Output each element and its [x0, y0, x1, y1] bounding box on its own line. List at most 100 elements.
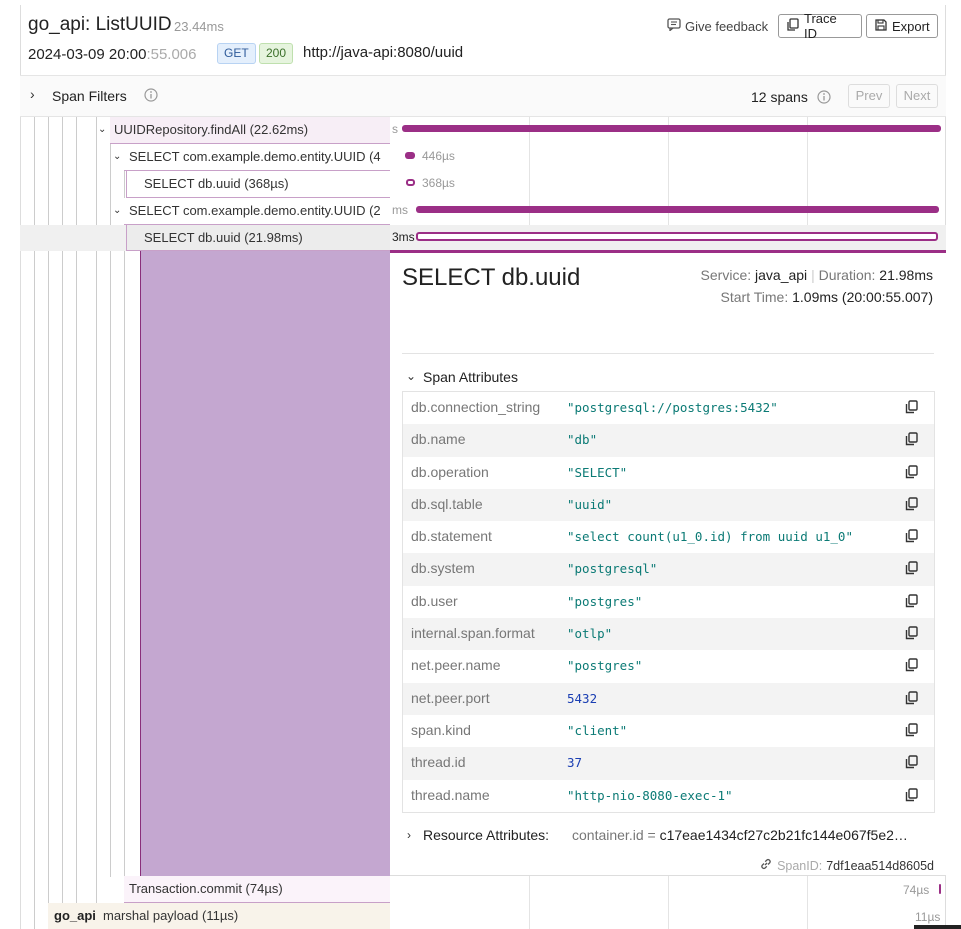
give-feedback-label: Give feedback: [685, 18, 769, 34]
span-bar-label: ms: [392, 203, 408, 217]
span-detail-start: Start Time: 1.09ms (20:00:55.007): [721, 289, 933, 305]
prev-button[interactable]: Prev: [848, 84, 890, 108]
resource-key: container.id: [572, 827, 644, 843]
copy-icon[interactable]: [905, 755, 918, 772]
span-bar[interactable]: [405, 152, 415, 159]
copy-icon[interactable]: [905, 787, 918, 805]
copy-icon[interactable]: [905, 594, 918, 611]
span-name: SELECT com.example.demo.entity.UUID (4: [129, 149, 381, 164]
span-row[interactable]: go_api marshal payload (11µs): [54, 903, 390, 929]
span-bar[interactable]: [406, 179, 415, 186]
copy-icon[interactable]: [905, 400, 918, 417]
attribute-value: 37: [567, 755, 583, 771]
resource-eq: =: [647, 827, 656, 843]
span-count: 12 spans: [751, 89, 808, 105]
span-bar[interactable]: [402, 125, 941, 132]
attribute-key: internal.span.format: [411, 625, 535, 642]
timeline-gridline: [529, 876, 530, 929]
duration-value: 21.98ms: [879, 267, 933, 283]
trace-date-main: 2024-03-09 20:00: [28, 46, 147, 63]
span-attributes-toggle[interactable]: Span Attributes: [423, 369, 518, 385]
resource-attributes-toggle[interactable]: Resource Attributes:: [423, 827, 549, 843]
attribute-value: "postgresql": [567, 561, 658, 577]
attribute-row: net.peer.name "postgres": [403, 650, 934, 682]
attribute-row: net.peer.port 5432: [403, 682, 934, 715]
span-bar[interactable]: [416, 206, 939, 213]
attribute-value: "postgres": [567, 593, 643, 609]
attribute-value: "select count(u1_0.id) from uuid u1_0": [567, 529, 853, 545]
attribute-key: db.connection_string: [411, 399, 541, 415]
attribute-value: "postgresql://postgres:5432": [567, 400, 778, 415]
trace-duration: 23.44ms: [174, 19, 224, 34]
span-bar-label: 74µs: [903, 883, 930, 897]
copy-icon[interactable]: [905, 497, 918, 514]
span-attributes-table: db.connection_string "postgresql://postgr…: [402, 391, 935, 813]
trace-id-button[interactable]: Trace ID: [778, 11, 862, 41]
start-value: 1.09ms (20:00:55.007): [792, 289, 933, 305]
resource-value: c17eae1434cf27c2b21fc144e067f5e2…: [659, 827, 908, 843]
span-row[interactable]: Transaction.commit (74µs): [129, 876, 390, 903]
span-name: SELECT db.uuid (368µs): [144, 176, 289, 191]
trace-date-seconds: :55.006: [146, 46, 197, 63]
attribute-value: "otlp": [567, 626, 613, 642]
span-name: marshal payload (11µs): [103, 908, 239, 923]
span-bar-label: 446µs: [422, 149, 455, 163]
service-name: go_api: [54, 908, 96, 923]
attribute-row: thread.id 37: [403, 747, 934, 780]
attribute-value: "db": [567, 432, 598, 448]
copy-icon: [787, 18, 799, 34]
copy-icon[interactable]: [905, 432, 918, 449]
export-button[interactable]: Export: [866, 14, 938, 38]
copy-icon[interactable]: [905, 626, 918, 643]
span-row[interactable]: ⌄ SELECT com.example.demo.entity.UUID (4: [113, 144, 390, 171]
trace-url: http://java-api:8080/uuid: [303, 44, 464, 61]
attribute-value: "client": [567, 722, 628, 738]
span-row[interactable]: SELECT db.uuid (368µs): [144, 171, 390, 198]
info-icon: [817, 90, 831, 109]
chevron-down-icon[interactable]: ⌄: [406, 369, 416, 383]
span-id[interactable]: SpanID: 7df1eaa514d8605d: [759, 857, 934, 874]
attribute-key: db.sql.table: [411, 495, 483, 512]
span-bar-label: 3ms: [392, 230, 415, 244]
give-feedback-link[interactable]: Give feedback: [667, 18, 768, 34]
info-icon: [144, 88, 158, 107]
attribute-row: thread.name "http-nio-8080-exec-1": [403, 780, 934, 812]
chevron-right-icon[interactable]: ›: [407, 828, 411, 842]
span-name: UUIDRepository.findAll (22.62ms): [114, 122, 309, 137]
span-bar-label: 368µs: [422, 176, 455, 190]
scroll-indicator: [914, 925, 961, 929]
span-detail-service-duration: Service: java_api | Duration: 21.98ms: [700, 267, 933, 283]
span-detail-title: SELECT db.uuid: [402, 264, 581, 291]
copy-icon[interactable]: [905, 464, 918, 482]
save-icon: [875, 18, 887, 34]
copy-icon[interactable]: [905, 690, 918, 708]
timeline-gridline: [668, 876, 669, 929]
span-id-value: 7df1eaa514d8605d: [826, 858, 934, 873]
chevron-down-icon[interactable]: ⌄: [113, 144, 121, 169]
span-bar-label: 11µs: [915, 910, 941, 924]
attribute-key: net.peer.name: [411, 657, 501, 674]
span-row-selected[interactable]: SELECT db.uuid (21.98ms): [144, 225, 390, 252]
copy-icon[interactable]: [905, 561, 918, 578]
span-bar[interactable]: [939, 884, 941, 894]
span-row[interactable]: ⌄ SELECT com.example.demo.entity.UUID (2: [113, 198, 390, 225]
http-status-badge: 200: [259, 43, 294, 64]
attribute-row: db.name "db": [403, 424, 934, 457]
chevron-right-icon[interactable]: ›: [30, 86, 35, 102]
span-row[interactable]: ⌄ UUIDRepository.findAll (22.62ms): [98, 117, 390, 144]
copy-icon[interactable]: [905, 529, 918, 546]
span-filters-toggle[interactable]: Span Filters: [52, 88, 127, 104]
attribute-key: thread.id: [411, 754, 466, 771]
chevron-down-icon[interactable]: ⌄: [113, 198, 121, 223]
divider: [402, 353, 934, 354]
service-value: java_api: [755, 267, 808, 283]
span-bar[interactable]: [416, 232, 938, 241]
attribute-row: span.kind "client": [403, 715, 934, 747]
copy-icon[interactable]: [905, 723, 918, 740]
trace-title: go_api: ListUUID: [28, 14, 172, 35]
copy-icon[interactable]: [905, 658, 918, 675]
attribute-value: "postgres": [567, 658, 643, 674]
next-button[interactable]: Next: [896, 84, 938, 108]
export-label: Export: [892, 18, 930, 34]
chevron-down-icon[interactable]: ⌄: [98, 117, 106, 142]
